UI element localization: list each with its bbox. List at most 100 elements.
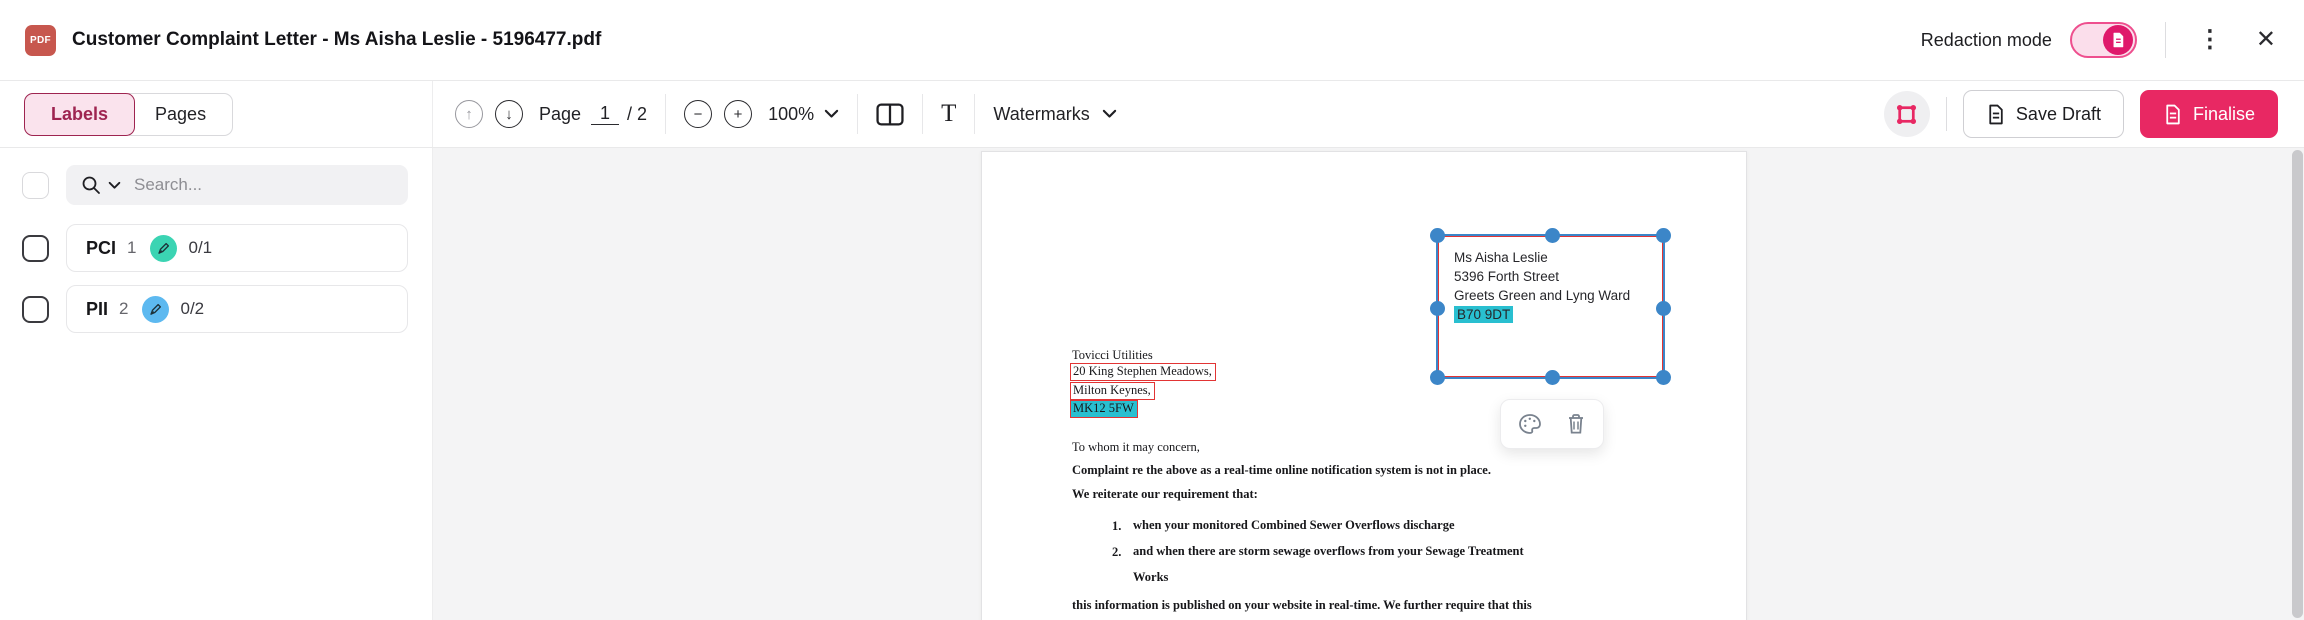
requirement-intro: We reiterate our requirement that:: [1072, 487, 1258, 501]
salutation: To whom it may concern,: [1072, 440, 1200, 454]
label-name: PCI: [86, 237, 117, 258]
redacted-sender-line[interactable]: 20 King Stephen Meadows,: [1070, 363, 1216, 381]
search-icon: [81, 175, 101, 195]
toolbar-divider: [857, 94, 859, 134]
header: PDF Customer Complaint Letter - Ms Aisha…: [0, 0, 2304, 81]
tab-pages[interactable]: Pages: [129, 92, 234, 136]
resize-handle-w[interactable]: [1430, 301, 1445, 316]
file-title: Customer Complaint Letter - Ms Aisha Les…: [72, 29, 602, 50]
resize-handle-sw[interactable]: [1430, 370, 1445, 385]
redacted-sender-line[interactable]: Milton Keynes,: [1070, 382, 1155, 400]
highlighted-postcode: B70 9DT: [1454, 306, 1514, 323]
pii-label-card[interactable]: PII 2 0/2: [66, 285, 408, 333]
chevron-down-icon: [1102, 109, 1117, 119]
resize-handle-s[interactable]: [1545, 370, 1560, 385]
tab-labels[interactable]: Labels: [24, 92, 136, 136]
recipient-line: Ms Aisha Leslie: [1454, 250, 1548, 265]
label-count: 2: [119, 299, 129, 318]
page-controls: ↑ ↓ Page / 2 − + 100% T Watermarks: [433, 81, 1884, 147]
marquee-redact-icon: [1895, 103, 1918, 126]
redaction-mode-label: Redaction mode: [1920, 29, 2052, 50]
toolbar-divider: [922, 94, 924, 134]
pdf-file-icon: PDF: [25, 24, 56, 56]
pii-checkbox[interactable]: [22, 295, 49, 323]
search-input[interactable]: [134, 175, 393, 195]
highlighted-sender-postcode[interactable]: MK12 5FW: [1070, 400, 1138, 418]
watermarks-label: Watermarks: [993, 103, 1090, 124]
watermarks-dropdown[interactable]: Watermarks: [993, 104, 1116, 125]
chevron-down-icon: [824, 109, 839, 119]
resize-handle-ne[interactable]: [1656, 228, 1671, 243]
select-all-checkbox[interactable]: [22, 171, 49, 199]
pdf-page[interactable]: Ms Aisha Leslie 5396 Forth Street Greets…: [981, 151, 1747, 620]
zoom-dropdown[interactable]: [824, 109, 839, 119]
resize-handle-n[interactable]: [1545, 228, 1560, 243]
subject-line: Complaint re the above as a real-time on…: [1072, 463, 1491, 477]
finalise-button[interactable]: Finalise: [2139, 90, 2278, 138]
closing-line: this information is published on your we…: [1072, 598, 1532, 612]
redaction-app: PDF Customer Complaint Letter - Ms Aisha…: [0, 0, 2304, 620]
toolbar: Labels Pages ↑ ↓ Page / 2 − + 100%: [0, 81, 2304, 148]
zoom-level: 100%: [768, 103, 815, 124]
toolbar-divider: [1945, 97, 1947, 131]
highlighter-icon: [150, 234, 178, 262]
redaction-popup: [1500, 399, 1604, 449]
search-options-chevron-icon[interactable]: [108, 181, 121, 190]
two-page-view-icon[interactable]: [876, 103, 904, 126]
recipient-line: Greets Green and Lyng Ward: [1454, 288, 1631, 303]
label-progress: 0/2: [180, 299, 205, 318]
save-draft-label: Save Draft: [2015, 103, 2101, 124]
save-draft-button[interactable]: Save Draft: [1962, 90, 2124, 138]
label-progress: 0/1: [188, 238, 213, 257]
redaction-mode-toggle[interactable]: [2069, 22, 2137, 58]
list-number: 2.: [1112, 545, 1122, 559]
resize-handle-e[interactable]: [1656, 301, 1671, 316]
labels-sidebar: PCI 1 0/1 PII 2 0/2: [0, 148, 433, 620]
recipient-line: 5396 Forth Street: [1454, 269, 1560, 284]
sender-name: Tovicci Utilities: [1072, 348, 1153, 362]
zoom-out-icon[interactable]: −: [684, 100, 713, 128]
zoom-in-icon[interactable]: +: [724, 100, 753, 128]
highlighter-icon: [142, 295, 170, 323]
list-item: and when there are storm sewage overflow…: [1133, 544, 1524, 584]
close-icon[interactable]: ✕: [2256, 28, 2276, 52]
document-icon: [2163, 104, 2182, 125]
toggle-knob[interactable]: [2102, 25, 2133, 55]
page-number-input[interactable]: [591, 103, 620, 125]
toolbar-divider: [974, 94, 976, 134]
recipient-address: Ms Aisha Leslie 5396 Forth Street Greets…: [1454, 248, 1630, 324]
label-name: PII: [86, 298, 109, 319]
resize-handle-nw[interactable]: [1430, 228, 1445, 243]
redaction-area-tool-button[interactable]: [1883, 91, 1930, 137]
list-number: 1.: [1112, 519, 1122, 533]
next-page-icon[interactable]: ↓: [495, 100, 523, 128]
delete-icon[interactable]: [1566, 413, 1586, 435]
header-divider: [2164, 22, 2166, 58]
search-row: [22, 165, 408, 205]
list-item: when your monitored Combined Sewer Overf…: [1133, 518, 1455, 532]
selected-redaction-box[interactable]: Ms Aisha Leslie 5396 Forth Street Greets…: [1430, 228, 1671, 385]
document-icon: [1986, 104, 2005, 125]
more-options-icon[interactable]: ⋮: [2194, 28, 2226, 52]
search-box[interactable]: [66, 165, 408, 205]
document-icon: [2111, 32, 2125, 48]
label-row-pci: PCI 1 0/1: [22, 224, 408, 272]
label-row-pii: PII 2 0/2: [22, 285, 408, 333]
toolbar-divider: [665, 94, 667, 134]
page-label: Page: [539, 103, 582, 124]
toolbar-actions: Save Draft Finalise: [1883, 81, 2304, 147]
palette-icon[interactable]: [1518, 413, 1542, 435]
segmented-control: Labels Pages: [24, 92, 234, 136]
finalise-label: Finalise: [2192, 103, 2255, 124]
text-tool-icon[interactable]: T: [941, 100, 956, 128]
document-viewer[interactable]: Ms Aisha Leslie 5396 Forth Street Greets…: [433, 148, 2304, 620]
page-total: / 2: [627, 103, 648, 124]
main: PCI 1 0/1 PII 2 0/2: [0, 148, 2304, 620]
pci-checkbox[interactable]: [22, 234, 49, 262]
viewer-scrollbar[interactable]: [2292, 150, 2303, 618]
resize-handle-se[interactable]: [1656, 370, 1671, 385]
pci-label-card[interactable]: PCI 1 0/1: [66, 224, 408, 272]
label-count: 1: [127, 238, 137, 257]
sidebar-tabs: Labels Pages: [0, 81, 433, 147]
previous-page-icon[interactable]: ↑: [455, 100, 483, 128]
